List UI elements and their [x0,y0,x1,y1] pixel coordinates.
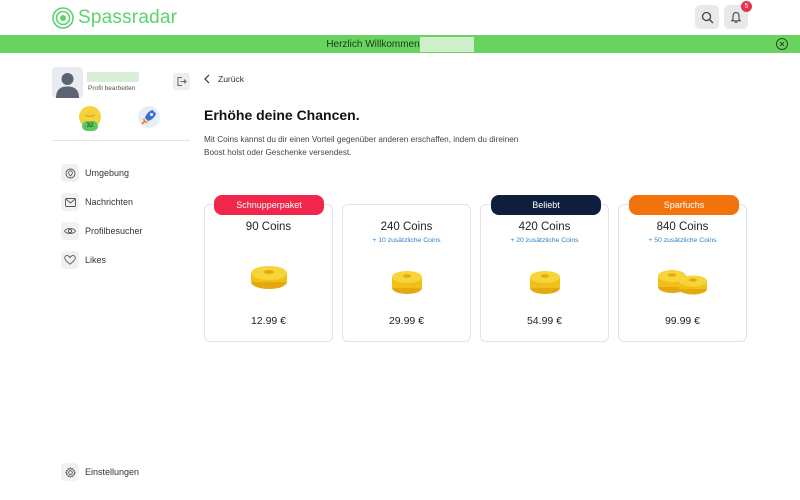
sidebar-item-nachrichten[interactable]: Nachrichten [61,193,133,211]
package-price: 54.99 € [526,315,563,327]
coin-package-card-420[interactable]: 420 Coins + 20 zusätzliche Coins 54.99 € [480,204,609,342]
coin-package-card-90[interactable]: 90 Coins 12.99 € [204,204,333,342]
heart-icon [61,251,79,269]
notifications-button[interactable]: 5 [724,1,752,29]
username-redacted [87,72,139,82]
rocket-icon [138,106,160,128]
mail-icon [61,193,79,211]
welcome-close-button[interactable] [776,38,788,50]
logout-button[interactable] [173,73,190,90]
sidebar-item-einstellungen[interactable]: Einstellungen [61,463,139,481]
welcome-bar: Herzlich Willkommen [0,35,800,53]
welcome-username-redacted [419,36,474,52]
page-description: Mit Coins kannst du dir einen Vorteil ge… [204,135,519,157]
sidebar-item-label: Umgebung [85,168,130,178]
ribbon-schnupperpaket: Schnupperpaket [214,195,324,215]
package-price: 12.99 € [250,315,287,327]
page-title: Erhöhe deine Chancen. [204,107,360,123]
coin-package-card-840[interactable]: 840 Coins + 50 zusätzliche Coins 99.99 € [618,204,747,342]
ribbon-sparfuchs: Sparfuchs [629,195,739,215]
logo[interactable]: Spassradar [52,7,177,29]
package-price: 99.99 € [664,315,701,327]
coin-stack-large-icon [205,260,332,292]
boost-rocket-icon[interactable] [137,105,161,129]
coin-package-card-240[interactable]: 240 Coins + 10 zusätzliche Coins 29.99 € [342,204,471,342]
ribbon-beliebt: Beliebt [491,195,601,215]
bell-icon [730,11,742,23]
sidebar-item-label: Profilbesucher [85,226,143,236]
coin-count-badge: 32 [82,121,98,131]
chevron-left-icon [204,74,210,84]
radar-logo-icon [52,7,74,29]
package-coins: 420 Coins [518,221,571,233]
search-icon [701,11,713,23]
avatar[interactable] [52,67,83,98]
package-bonus: + 50 zusätzliche Coins [648,237,717,244]
profile-edit-link[interactable]: Profil bearbeiten [88,85,135,92]
sidebar-item-profilbesucher[interactable]: Profilbesucher [61,222,143,240]
sidebar-item-label: Einstellungen [85,467,140,477]
gear-icon [61,463,79,481]
package-coins: 240 Coins [380,221,433,233]
coin-stack-icon [481,265,608,295]
eye-icon [61,222,79,240]
search-button[interactable] [695,5,719,29]
welcome-text: Herzlich Willkommen [326,38,420,50]
top-header: Spassradar 5 [0,0,800,35]
package-price: 29.99 € [388,315,425,327]
user-silhouette-icon [56,73,79,98]
sidebar-item-umgebung[interactable]: Umgebung [61,164,129,182]
coin-stack-icon [343,265,470,295]
sidebar-item-label: Nachrichten [85,197,134,207]
map-pin-icon [61,164,79,182]
package-bonus: + 20 zusätzliche Coins [510,237,579,244]
coin-stacks-double-icon [619,265,746,295]
back-label: Zurück [218,74,244,84]
sidebar-item-label: Likes [85,255,107,265]
back-button[interactable]: Zurück [204,74,244,84]
package-bonus: + 10 zusätzliche Coins [372,237,441,244]
sidebar-item-likes[interactable]: Likes [61,251,106,269]
package-coins: 840 Coins [656,221,709,233]
notification-badge: 5 [741,1,752,12]
sidebar-divider [52,140,190,141]
logout-icon [177,77,187,86]
logo-text: Spassradar [78,7,178,28]
close-icon [779,41,785,47]
package-coins: 90 Coins [245,221,292,233]
